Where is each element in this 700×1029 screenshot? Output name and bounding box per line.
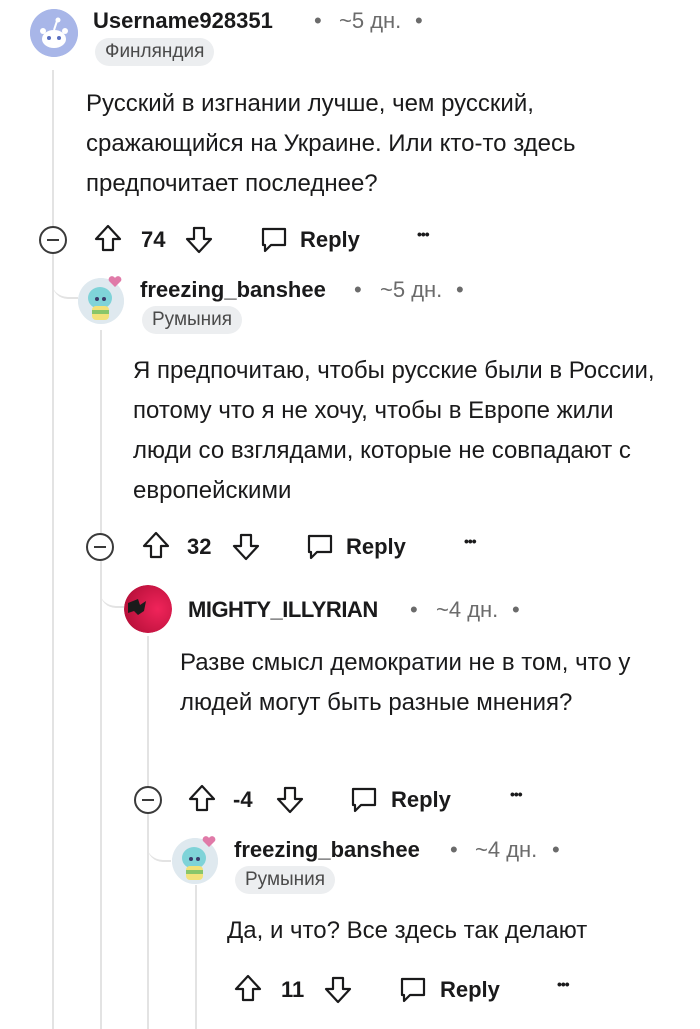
avatar[interactable] [30, 9, 78, 57]
heart-icon [202, 836, 216, 847]
separator-dot: • [450, 837, 458, 862]
collapse-button[interactable] [39, 226, 67, 254]
separator-dot: • [456, 277, 464, 302]
reply-button[interactable]: Reply [300, 227, 360, 253]
more-options-button[interactable]: ••• [510, 786, 523, 802]
vote-score: 74 [141, 227, 166, 252]
separator-dot: • [410, 597, 418, 622]
separator-dot: • [354, 277, 362, 302]
reply-button[interactable]: Reply [346, 534, 406, 560]
vote-score: 32 [187, 534, 212, 559]
vote-score: -4 [233, 787, 253, 812]
reply-icon[interactable] [348, 783, 380, 815]
reply-icon[interactable] [397, 973, 429, 1005]
collapse-button[interactable] [86, 533, 114, 561]
downvote-icon[interactable] [322, 974, 354, 1006]
thread-line-level-2[interactable] [100, 330, 102, 1029]
reply-button[interactable]: Reply [391, 787, 451, 813]
username[interactable]: MIGHTY_ILLYRIAN [188, 597, 378, 623]
timestamp: ~4 дн. [475, 837, 538, 862]
heart-icon [108, 276, 122, 287]
reply-button[interactable]: Reply [440, 977, 500, 1003]
user-flair: Финляндия [95, 38, 215, 66]
comment-body: Я предпочитаю, чтобы русские были в Росс… [133, 357, 655, 504]
thread-elbow [52, 255, 78, 299]
user-flair: Румыния [235, 866, 336, 894]
more-options-button[interactable]: ••• [464, 533, 477, 549]
comment-body: Разве смысл демократии не в том, что у л… [180, 649, 631, 716]
timestamp: ~5 дн. [380, 277, 443, 302]
more-options-button[interactable]: ••• [557, 976, 570, 992]
thread-line-level-1[interactable] [52, 70, 54, 1029]
upvote-icon[interactable] [232, 972, 264, 1004]
separator-dot: • [314, 8, 322, 33]
more-options-button[interactable]: ••• [417, 226, 430, 242]
user-flair: Румыния [142, 306, 243, 334]
comment-body: Русский в изгнании лучше, чем русский, с… [86, 90, 576, 197]
upvote-icon[interactable] [92, 222, 124, 254]
reply-icon[interactable] [304, 530, 336, 562]
downvote-icon[interactable] [183, 224, 215, 256]
separator-dot: • [512, 597, 520, 622]
thread-line-level-4[interactable] [195, 885, 197, 1029]
upvote-icon[interactable] [140, 529, 172, 561]
comment-body: Да, и что? Все здесь так делают [227, 917, 588, 944]
downvote-icon[interactable] [274, 784, 306, 816]
username[interactable]: freezing_banshee [234, 837, 420, 863]
thread-elbow [147, 812, 171, 862]
timestamp: ~4 дн. [436, 597, 499, 622]
snoo-avatar-icon [30, 9, 78, 57]
timestamp: ~5 дн. [339, 8, 402, 33]
thread-elbow [100, 560, 124, 608]
albanian-eagle-avatar-icon [124, 585, 172, 633]
collapse-button[interactable] [134, 786, 162, 814]
avatar[interactable] [124, 585, 172, 633]
username[interactable]: freezing_banshee [140, 277, 326, 303]
downvote-icon[interactable] [230, 531, 262, 563]
reply-icon[interactable] [258, 223, 290, 255]
username[interactable]: Username928351 [93, 8, 273, 34]
upvote-icon[interactable] [186, 782, 218, 814]
separator-dot: • [415, 8, 423, 33]
vote-score: 11 [281, 977, 305, 1002]
separator-dot: • [552, 837, 560, 862]
